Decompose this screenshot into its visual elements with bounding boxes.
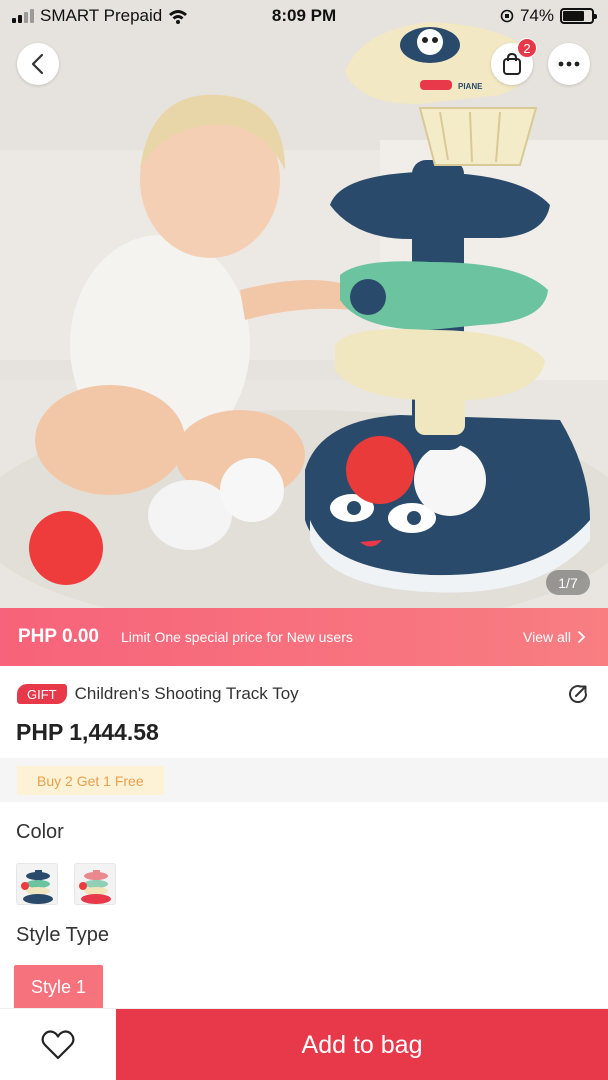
status-bar: SMART Prepaid 8:09 PM 74% — [0, 0, 608, 34]
battery-level — [563, 11, 584, 21]
style-type-label: Style Type — [16, 924, 110, 946]
product-price: PHP 1,444.58 — [16, 719, 159, 745]
swatch-thumbnail — [75, 864, 115, 904]
bottom-action-bar: Add to bag — [0, 1008, 608, 1080]
cart-button[interactable]: 2 — [491, 38, 537, 85]
product-photo: PIANE — [0, 0, 608, 608]
view-all-link[interactable]: View all — [523, 629, 586, 645]
battery-percent: 74% — [519, 6, 554, 25]
back-button[interactable] — [17, 43, 59, 85]
swatch-thumbnail — [17, 864, 57, 904]
style-option-1[interactable]: Style 1 — [14, 965, 103, 1009]
chevron-left-icon — [31, 53, 44, 75]
product-image-gallery[interactable]: PIANE SMART Prepaid 8:09 PM 74% 2 1/7 — [0, 0, 608, 608]
heart-icon — [41, 1030, 75, 1060]
promo-price: PHP 0.00 — [18, 626, 99, 647]
battery-icon — [560, 8, 597, 24]
favorite-button[interactable] — [0, 1009, 116, 1080]
color-label: Color — [16, 821, 64, 843]
promo-text: Limit One special price for New users — [121, 629, 353, 645]
gift-badge: GIFT — [17, 684, 67, 704]
more-dots-icon — [558, 61, 580, 67]
orientation-lock-icon — [500, 9, 514, 23]
add-to-bag-button[interactable]: Add to bag — [116, 1009, 608, 1080]
view-all-label: View all — [523, 629, 571, 645]
share-icon[interactable] — [566, 682, 590, 706]
more-options-button[interactable] — [548, 43, 590, 85]
deal-chip[interactable]: Buy 2 Get 1 Free — [17, 766, 164, 795]
new-user-promo-banner[interactable]: PHP 0.00 Limit One special price for New… — [0, 608, 608, 666]
color-swatch-pink[interactable] — [74, 863, 116, 905]
cart-count-badge: 2 — [517, 38, 537, 58]
chevron-right-icon — [578, 631, 586, 643]
toy-plane-label: PIANE — [458, 82, 483, 91]
color-swatch-navy[interactable] — [16, 863, 58, 905]
product-title: Children's Shooting Track Toy — [74, 684, 299, 703]
image-counter: 1/7 — [546, 570, 590, 595]
product-title-row: GIFT Children's Shooting Track Toy — [17, 681, 592, 707]
deal-strip: Buy 2 Get 1 Free — [0, 758, 608, 802]
